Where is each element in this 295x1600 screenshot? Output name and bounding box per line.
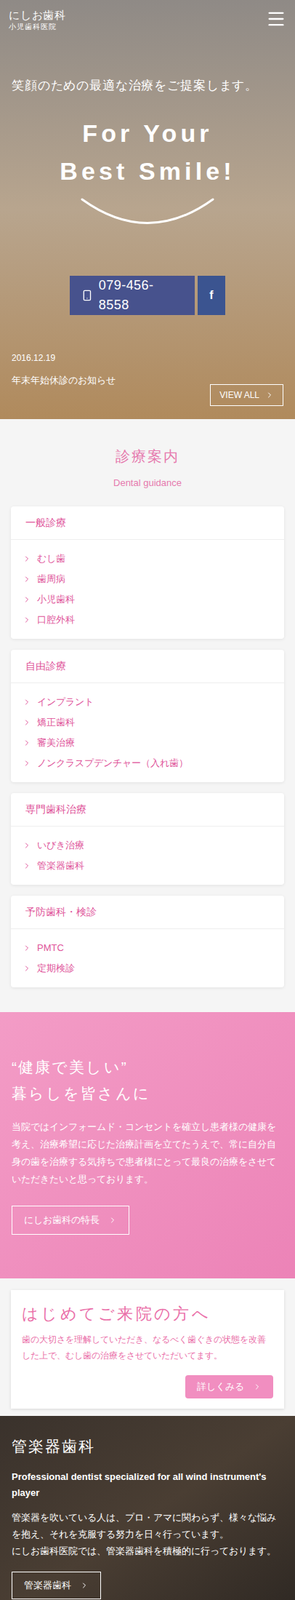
chevron-icon <box>22 860 32 870</box>
first-visit: はじめてご来院の方へ歯の大切さを理解していただき、なるべく歯ぐきの状態を改善した… <box>0 1276 295 1414</box>
feature-text: 当院ではインフォームド・コンセントを確立し患者様の健康を考え、治療希望に応じた治… <box>11 1116 284 1187</box>
chevron-icon <box>22 696 32 706</box>
chevron-icon <box>22 757 32 767</box>
chevron-icon <box>108 1214 117 1223</box>
guidance-item[interactable]: PMTC <box>22 936 273 957</box>
hero-title: For YourBest Smile! <box>0 114 295 190</box>
guidance-card: 専門歯科治療いびき治療管楽器歯科 <box>10 791 285 884</box>
card-title: 予防歯科・検診 <box>10 894 285 928</box>
chevron-icon <box>252 1380 262 1390</box>
phone-icon <box>81 289 94 301</box>
news-date: 2016.12.19 <box>11 350 284 365</box>
chevron-icon <box>22 553 32 563</box>
chevron-icon <box>22 962 32 972</box>
card-title: 自由診療 <box>10 648 285 683</box>
guidance-item[interactable]: 小児歯科 <box>22 588 273 609</box>
chevron-icon <box>22 594 32 604</box>
menu-icon[interactable] <box>265 8 287 30</box>
guidance-item[interactable]: いびき治療 <box>22 834 273 855</box>
guidance: 診療案内 Dental guidance 一般診療むし歯歯周病小児歯科口腔外科自由診… <box>0 418 295 1011</box>
smile-icon <box>78 195 217 225</box>
guidance-item[interactable]: 定期検診 <box>22 956 273 978</box>
tagline: 笑顔のための最適な治療をご提案します。 <box>0 76 295 96</box>
feature-button[interactable]: にしお歯科の特長 <box>11 1203 130 1234</box>
header: にしお歯科小児歯科医院 <box>0 0 295 32</box>
guidance-title: 診療案内 <box>10 444 285 467</box>
guidance-item[interactable]: インプラント <box>22 690 273 712</box>
feature: “健康で美しい”暮らしを皆さんに当院ではインフォームド・コンセントを確立し患者様… <box>0 1010 295 1277</box>
wind-subtitle: Professional dentist specialized for all… <box>11 1467 284 1499</box>
chevron-icon <box>79 1578 89 1588</box>
guidance-item[interactable]: 歯周病 <box>22 568 273 589</box>
chevron-icon <box>22 717 32 726</box>
first-visit-card: はじめてご来院の方へ歯の大切さを理解していただき、なるべく歯ぐきの状態を改善した… <box>10 1288 285 1407</box>
wind-instrument: 管楽器歯科 Professional dentist specialized fo… <box>0 1413 295 1599</box>
wind-text: 管楽器を吹いている人は、プロ・アマに関わらず、様々な悩みを抱え、それを克服する努… <box>11 1507 284 1558</box>
news: 2016.12.19 年末年始休診のお知らせVIEW ALL <box>0 350 295 420</box>
first-visit-text: 歯の大切さを理解していただき、なるべく歯ぐきの状態を改善した上で、むし歯の治療を… <box>21 1329 274 1362</box>
guidance-item[interactable]: ノンクラスプデンチャー（入れ歯） <box>22 752 273 773</box>
feature-title: “健康で美しい”暮らしを皆さんに <box>11 1052 284 1106</box>
chevron-icon <box>265 390 274 399</box>
logo[interactable]: にしお歯科小児歯科医院 <box>8 8 67 32</box>
contact-bar: 079-456-8558f <box>0 275 295 315</box>
guidance-card: 予防歯科・検診 PMTC定期検診 <box>10 894 285 986</box>
chevron-icon <box>22 574 32 583</box>
view-all-button[interactable]: VIEW ALL <box>209 383 284 406</box>
facebook-button[interactable]: f <box>197 275 226 315</box>
hero: にしお歯科小児歯科医院笑顔のための最適な治療をご提案します。 For YourBe… <box>0 0 295 419</box>
chevron-icon <box>22 737 32 747</box>
guidance-item[interactable]: 審美治療 <box>22 731 273 753</box>
card-title: 一般診療 <box>10 505 285 540</box>
card-title: 専門歯科治療 <box>10 791 285 826</box>
guidance-item[interactable]: 矯正歯科 <box>22 711 273 732</box>
chevron-icon <box>22 839 32 849</box>
wind-title: 管楽器歯科 <box>11 1432 284 1457</box>
guidance-item[interactable]: 口腔外科 <box>22 608 273 630</box>
first-visit-title: はじめてご来院の方へ <box>21 1299 274 1324</box>
phone-button[interactable]: 079-456-8558 <box>69 275 195 315</box>
guidance-subtitle: Dental guidance <box>10 475 285 490</box>
guidance-item[interactable]: 管楽器歯科 <box>22 854 273 875</box>
guidance-item[interactable]: むし歯 <box>22 547 273 569</box>
news-title[interactable]: 年末年始休診のお知らせ <box>11 372 284 388</box>
page: にしお歯科小児歯科医院笑顔のための最適な治療をご提案します。 For YourBe… <box>0 0 295 1598</box>
chevron-icon <box>22 614 32 624</box>
wind-button[interactable]: 管楽器歯科 <box>11 1569 101 1598</box>
guidance-card: 自由診療インプラント矯正歯科審美治療ノンクラスプデンチャー（入れ歯） <box>10 648 285 782</box>
chevron-icon <box>22 942 32 952</box>
detail-button[interactable]: 詳しくみる <box>185 1373 274 1397</box>
guidance-card: 一般診療むし歯歯周病小児歯科口腔外科 <box>10 505 285 638</box>
